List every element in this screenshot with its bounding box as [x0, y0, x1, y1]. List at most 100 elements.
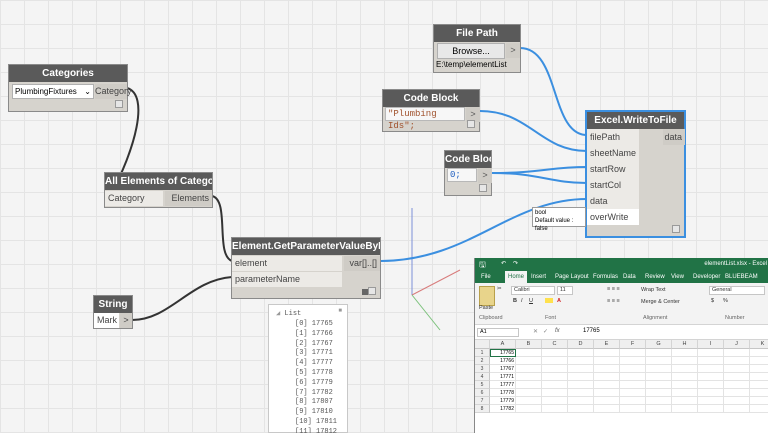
cell[interactable]: [724, 357, 750, 365]
column-header[interactable]: J: [724, 340, 750, 349]
tab-file[interactable]: File: [481, 271, 491, 283]
formula-value[interactable]: 17765: [583, 328, 600, 334]
cell[interactable]: [542, 357, 568, 365]
cell[interactable]: [672, 381, 698, 389]
categories-node[interactable]: Categories PlumbingFixtures ⌄ Category: [8, 64, 132, 112]
cell[interactable]: [568, 389, 594, 397]
cell[interactable]: [594, 389, 620, 397]
cell[interactable]: 17778: [490, 389, 516, 397]
font-size-select[interactable]: 11: [557, 286, 573, 295]
cell[interactable]: [646, 357, 672, 365]
cell[interactable]: [620, 365, 646, 373]
row-header[interactable]: 1: [475, 349, 490, 357]
cell[interactable]: [646, 405, 672, 413]
cell[interactable]: [620, 397, 646, 405]
cell[interactable]: [672, 405, 698, 413]
cell[interactable]: 17767: [490, 365, 516, 373]
cell[interactable]: 17779: [490, 397, 516, 405]
cell[interactable]: [750, 357, 768, 365]
tab-insert[interactable]: Insert: [531, 271, 546, 283]
currency-button[interactable]: $: [711, 298, 714, 304]
browse-button[interactable]: Browse...: [437, 43, 505, 59]
row-header[interactable]: 2: [475, 357, 490, 365]
cell[interactable]: [516, 381, 542, 389]
italic-button[interactable]: I: [521, 298, 523, 304]
node-options-icon[interactable]: [467, 120, 475, 128]
cell[interactable]: [698, 389, 724, 397]
pin-icon[interactable]: ■: [338, 307, 342, 314]
cell[interactable]: [698, 373, 724, 381]
column-header[interactable]: E: [594, 340, 620, 349]
save-icon[interactable]: 🖫: [479, 258, 486, 271]
cell[interactable]: [594, 397, 620, 405]
cell[interactable]: [516, 405, 542, 413]
tab-developer[interactable]: Developer: [693, 271, 720, 283]
number-format-select[interactable]: General: [709, 286, 765, 295]
code-editor[interactable]: 0;: [447, 168, 477, 182]
cell[interactable]: [542, 365, 568, 373]
cell[interactable]: [568, 365, 594, 373]
cell[interactable]: [698, 397, 724, 405]
cut-icon[interactable]: ✂: [497, 286, 502, 292]
row-header[interactable]: 3: [475, 365, 490, 373]
paste-icon[interactable]: [479, 286, 495, 306]
cell[interactable]: [620, 373, 646, 381]
cell[interactable]: 17771: [490, 373, 516, 381]
cell[interactable]: [672, 365, 698, 373]
cell[interactable]: [750, 405, 768, 413]
category-dropdown[interactable]: PlumbingFixtures ⌄: [12, 84, 94, 99]
input-port-startcol[interactable]: startCol: [587, 177, 639, 193]
enter-icon[interactable]: ✓: [543, 328, 548, 335]
cell[interactable]: 17782: [490, 405, 516, 413]
cell[interactable]: [568, 397, 594, 405]
cell[interactable]: [568, 357, 594, 365]
cell[interactable]: [750, 389, 768, 397]
bold-button[interactable]: B: [513, 298, 517, 304]
cell[interactable]: [594, 373, 620, 381]
cell[interactable]: [542, 381, 568, 389]
cell[interactable]: [672, 389, 698, 397]
fill-color-icon[interactable]: [545, 298, 553, 303]
cell[interactable]: [646, 389, 672, 397]
redo-icon[interactable]: ↷: [513, 258, 518, 271]
cell[interactable]: [594, 405, 620, 413]
cell[interactable]: [594, 357, 620, 365]
cell[interactable]: [516, 397, 542, 405]
row-header[interactable]: 8: [475, 405, 490, 413]
column-header[interactable]: G: [646, 340, 672, 349]
cell[interactable]: [698, 357, 724, 365]
cell[interactable]: [698, 349, 724, 357]
tab-data[interactable]: Data: [623, 271, 636, 283]
node-options-icon[interactable]: [479, 184, 487, 192]
cell[interactable]: [646, 365, 672, 373]
cell[interactable]: [724, 405, 750, 413]
cell[interactable]: 17777: [490, 381, 516, 389]
font-color-icon[interactable]: A: [557, 298, 561, 304]
wire-startcol[interactable]: [491, 172, 588, 184]
column-header[interactable]: K: [750, 340, 768, 349]
cell[interactable]: [698, 381, 724, 389]
cell[interactable]: [516, 373, 542, 381]
cell[interactable]: [724, 349, 750, 357]
cell[interactable]: [516, 389, 542, 397]
column-header[interactable]: I: [698, 340, 724, 349]
row-header[interactable]: 4: [475, 373, 490, 381]
column-header[interactable]: H: [672, 340, 698, 349]
cell[interactable]: [568, 349, 594, 357]
cell[interactable]: [646, 397, 672, 405]
cell[interactable]: [568, 373, 594, 381]
cell[interactable]: [750, 349, 768, 357]
wrap-text-button[interactable]: Wrap Text: [641, 287, 666, 293]
cell[interactable]: [542, 373, 568, 381]
row-header[interactable]: 6: [475, 389, 490, 397]
get-parameter-node[interactable]: Element.GetParameterValueByName element …: [231, 237, 381, 299]
cell[interactable]: [620, 405, 646, 413]
dynamo-canvas[interactable]: Categories PlumbingFixtures ⌄ Category A…: [0, 0, 768, 433]
input-port-filepath[interactable]: filePath: [587, 129, 639, 145]
cell[interactable]: [724, 397, 750, 405]
cell[interactable]: [750, 373, 768, 381]
cell[interactable]: 17766: [490, 357, 516, 365]
row-header[interactable]: 5: [475, 381, 490, 389]
row-header[interactable]: 7: [475, 397, 490, 405]
column-header[interactable]: B: [516, 340, 542, 349]
